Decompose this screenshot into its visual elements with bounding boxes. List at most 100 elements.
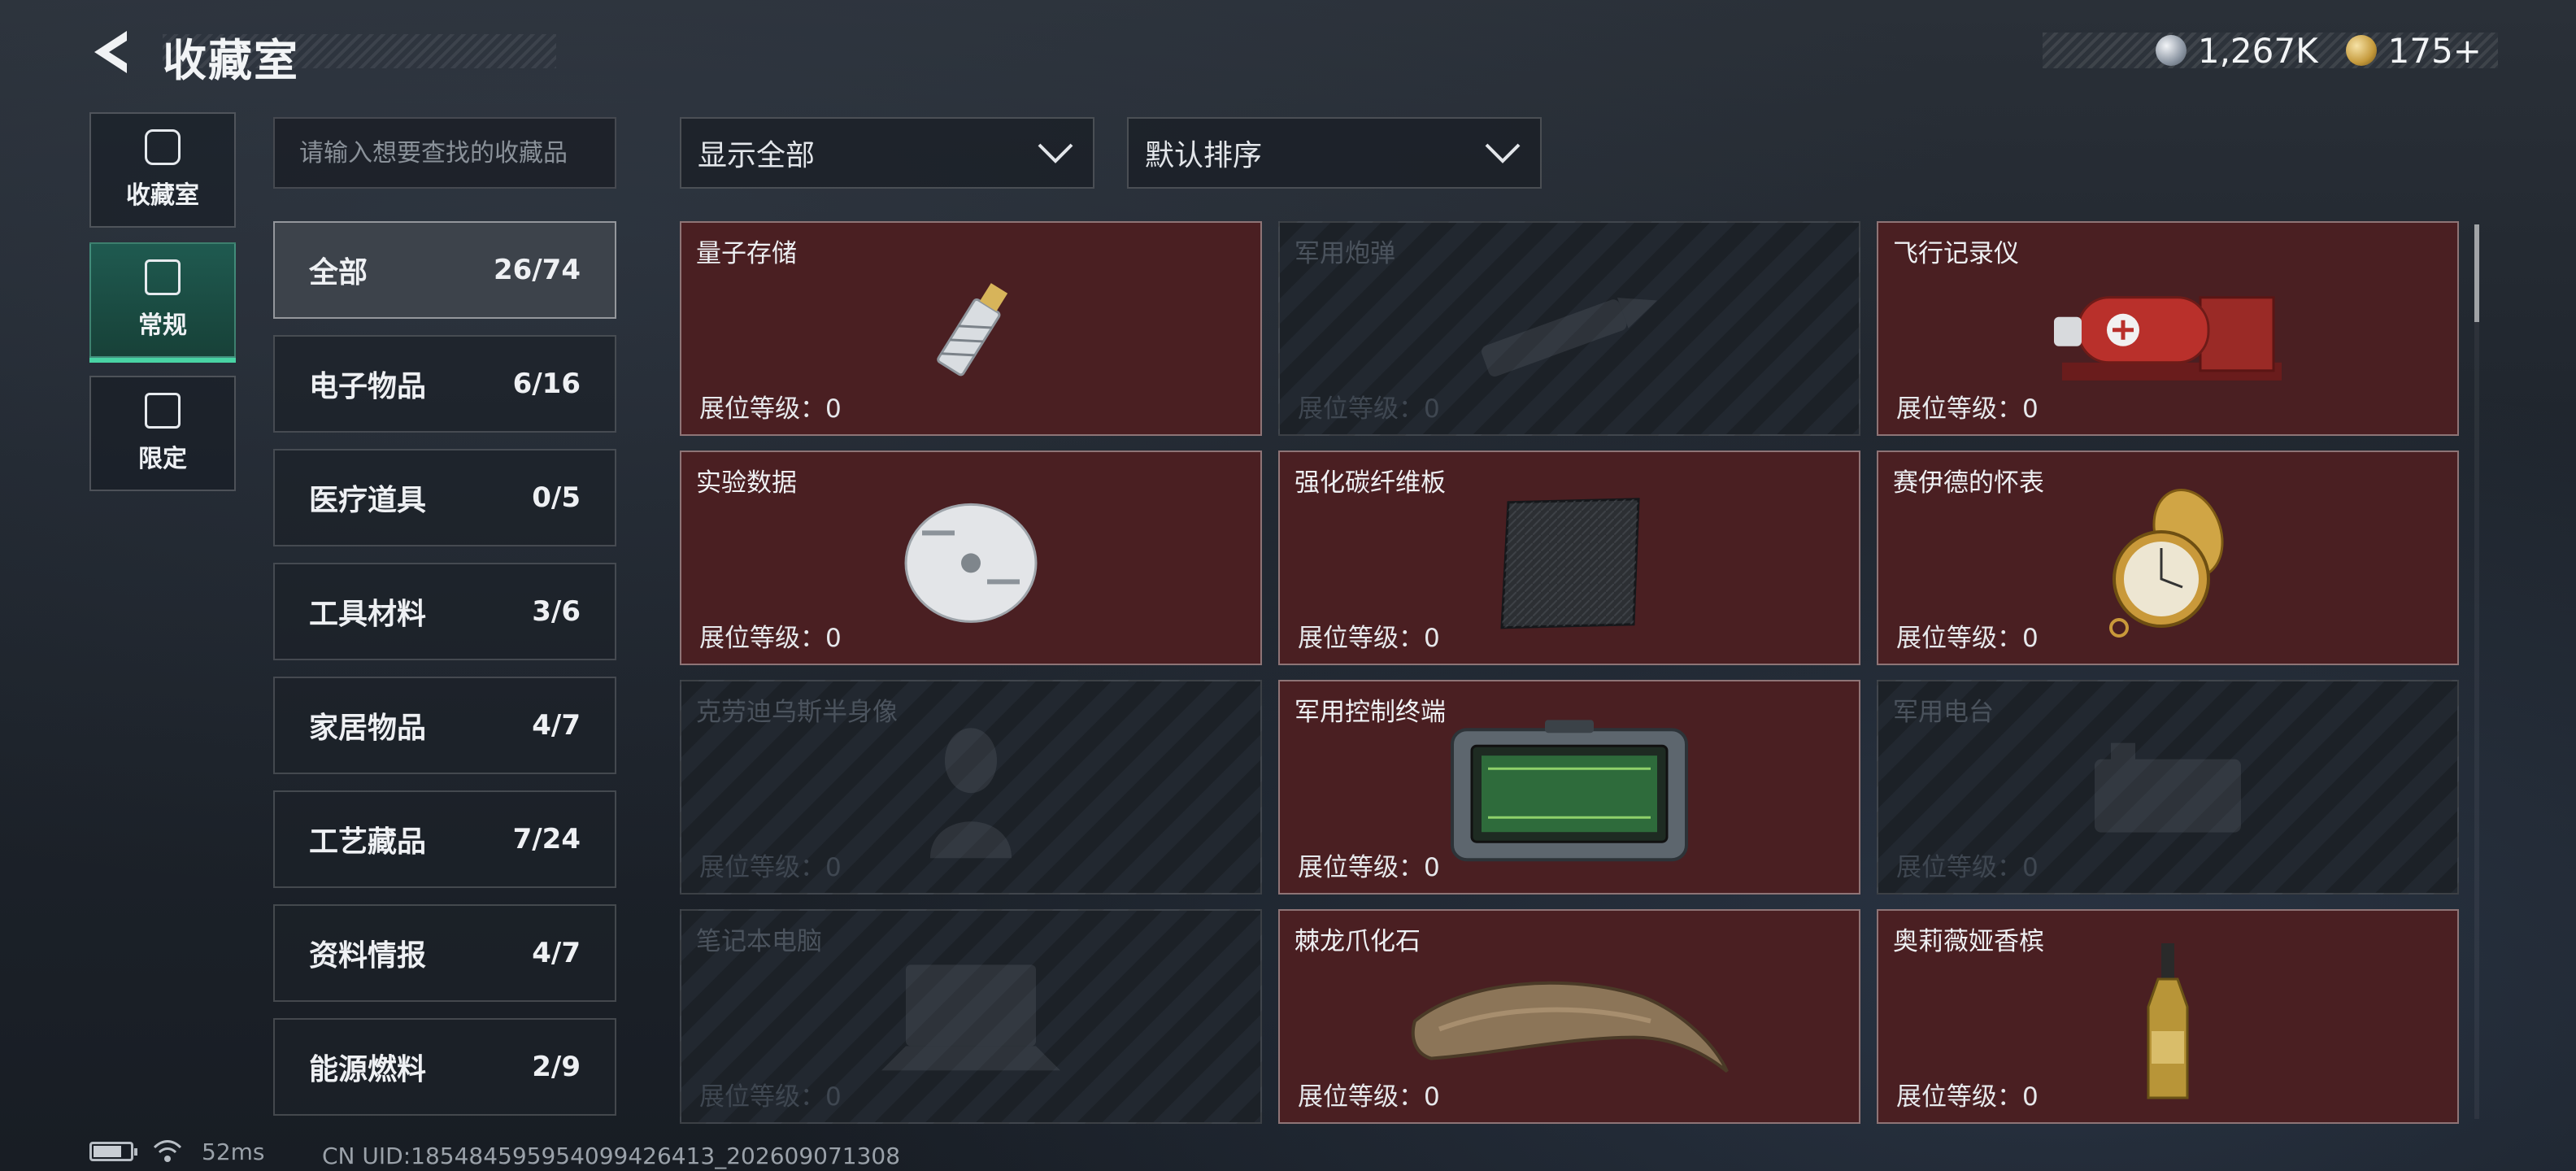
search-box xyxy=(273,117,616,189)
category-household[interactable]: 家居物品 4/7 xyxy=(273,677,616,774)
item-name: 实验数据 xyxy=(696,468,797,498)
category-intel[interactable]: 资料情报 4/7 xyxy=(273,904,616,1002)
usb-drive-icon xyxy=(937,283,1008,377)
rail-label-vault: 收藏室 xyxy=(126,181,199,210)
category-label: 电子物品 xyxy=(309,370,427,403)
category-count: 3/6 xyxy=(532,595,581,628)
category-tools[interactable]: 工具材料 3/6 xyxy=(273,563,616,660)
collection-grid: 量子存储 展位等级：0 军用炮弹 展位等级：0 飞行记录仪 展位等级：0 实验数… xyxy=(680,221,2461,1124)
item-level: 展位等级：0 xyxy=(699,624,842,653)
item-name: 量子存储 xyxy=(696,239,797,268)
category-count: 0/5 xyxy=(532,481,581,514)
category-count: 26/74 xyxy=(493,254,581,286)
item-name: 军用电台 xyxy=(1893,698,1994,727)
gold-amount[interactable]: 175+ xyxy=(2388,31,2482,71)
item-level: 展位等级：0 xyxy=(1298,853,1440,882)
category-count: 4/7 xyxy=(532,937,581,969)
silver-coin-icon xyxy=(2155,35,2187,66)
item-card[interactable]: 棘龙爪化石 展位等级：0 xyxy=(1278,909,1860,1124)
status-bar: 52ms xyxy=(89,1137,265,1166)
carbon-plate-icon xyxy=(1500,498,1640,629)
rail-label-limited: 限定 xyxy=(138,445,187,473)
item-card[interactable]: 奥莉薇娅香槟 展位等级：0 xyxy=(1877,909,2459,1124)
rail-item-limited[interactable]: 限定 xyxy=(89,376,236,491)
item-card[interactable]: 赛伊德的怀表 展位等级：0 xyxy=(1877,451,2459,665)
flight-recorder-icon xyxy=(2054,296,2282,381)
page-title: 收藏室 xyxy=(163,35,299,86)
uid-text: CN UID:18548459595409942641​3_2026090713… xyxy=(322,1143,901,1169)
rail-item-vault[interactable]: 收藏室 xyxy=(89,112,236,228)
item-card[interactable]: 克劳迪乌斯半身像 展位等级：0 xyxy=(680,680,1262,895)
rail-label-regular: 常规 xyxy=(138,311,187,340)
item-name: 军用控制终端 xyxy=(1295,698,1446,727)
champagne-icon xyxy=(2147,943,2189,1099)
item-card[interactable]: 军用炮弹 展位等级：0 xyxy=(1278,221,1860,436)
item-card[interactable]: 量子存储 展位等级：0 xyxy=(680,221,1262,436)
item-name: 军用炮弹 xyxy=(1295,239,1395,268)
ping-text: 52ms xyxy=(202,1138,265,1165)
radio-icon xyxy=(2095,742,2241,833)
item-name: 克劳迪乌斯半身像 xyxy=(696,698,898,727)
item-level: 展位等级：0 xyxy=(1896,853,2039,882)
filter-dropdown[interactable]: 显示全部 xyxy=(680,117,1094,189)
category-count: 2/9 xyxy=(532,1051,581,1083)
category-count: 7/24 xyxy=(512,823,581,855)
gold-coin-icon xyxy=(2345,35,2377,66)
sort-label: 默认排序 xyxy=(1145,139,1263,172)
item-name: 奥莉薇娅香槟 xyxy=(1893,927,2044,956)
category-energy[interactable]: 能源燃料 2/9 xyxy=(273,1018,616,1116)
category-all[interactable]: 全部 26/74 xyxy=(273,221,616,319)
item-level: 展位等级：0 xyxy=(699,394,842,424)
item-card[interactable]: 飞行记录仪 展位等级：0 xyxy=(1877,221,2459,436)
category-label: 资料情报 xyxy=(309,939,427,973)
category-label: 工具材料 xyxy=(309,598,427,631)
item-level: 展位等级：0 xyxy=(1298,394,1440,424)
item-card[interactable]: 笔记本电脑 展位等级：0 xyxy=(680,909,1262,1124)
claw-fossil-icon xyxy=(1411,981,1729,1073)
item-level: 展位等级：0 xyxy=(1896,394,2039,424)
category-crafts[interactable]: 工艺藏品 7/24 xyxy=(273,790,616,888)
item-name: 赛伊德的怀表 xyxy=(1893,468,2044,498)
category-medical[interactable]: 医疗道具 0/5 xyxy=(273,449,616,546)
category-label: 工艺藏品 xyxy=(309,825,427,859)
control-terminal-icon xyxy=(1451,720,1688,862)
item-card[interactable]: 实验数据 展位等级：0 xyxy=(680,451,1262,665)
sort-dropdown[interactable]: 默认排序 xyxy=(1127,117,1542,189)
category-label: 能源燃料 xyxy=(309,1053,427,1086)
laptop-icon xyxy=(881,964,1060,1071)
battery-icon xyxy=(89,1142,137,1161)
scrollbar-thumb[interactable] xyxy=(2474,224,2479,322)
item-card[interactable]: 军用电台 展位等级：0 xyxy=(1877,680,2459,895)
rail-item-regular[interactable]: 常规 xyxy=(89,242,236,363)
back-arrow-icon[interactable] xyxy=(88,28,137,76)
item-level: 展位等级：0 xyxy=(1896,1082,2039,1112)
item-card[interactable]: 强化碳纤维板 展位等级：0 xyxy=(1278,451,1860,665)
item-level: 展位等级：0 xyxy=(699,1082,842,1112)
item-name: 飞行记录仪 xyxy=(1893,239,2019,268)
filter-label: 显示全部 xyxy=(698,139,816,172)
category-label: 家居物品 xyxy=(309,712,427,745)
vault-icon xyxy=(145,129,181,165)
category-count: 4/7 xyxy=(532,709,581,742)
disc-icon xyxy=(904,503,1038,623)
item-card[interactable]: 军用控制终端 展位等级：0 xyxy=(1278,680,1860,895)
item-name: 笔记本电脑 xyxy=(696,927,822,956)
pocket-watch-icon xyxy=(2109,489,2224,638)
category-label: 全部 xyxy=(309,256,368,289)
currency-bar: 1,267K 175+ xyxy=(2043,30,2498,71)
item-level: 展位等级：0 xyxy=(699,853,842,882)
chevron-down-icon xyxy=(1038,143,1073,163)
search-input[interactable] xyxy=(275,119,615,187)
item-name: 棘龙爪化石 xyxy=(1295,927,1421,956)
chevron-down-icon xyxy=(1485,143,1521,163)
category-label: 医疗道具 xyxy=(309,484,427,517)
photo-frame-icon xyxy=(145,259,181,295)
item-level: 展位等级：0 xyxy=(1298,1082,1440,1112)
limited-frame-icon xyxy=(145,393,181,429)
item-name: 强化碳纤维板 xyxy=(1295,468,1446,498)
category-count: 6/16 xyxy=(512,368,581,400)
silver-amount: 1,267K xyxy=(2197,30,2318,71)
scrollbar[interactable] xyxy=(2474,224,2479,1119)
category-electronics[interactable]: 电子物品 6/16 xyxy=(273,335,616,433)
bust-icon xyxy=(930,728,1012,859)
